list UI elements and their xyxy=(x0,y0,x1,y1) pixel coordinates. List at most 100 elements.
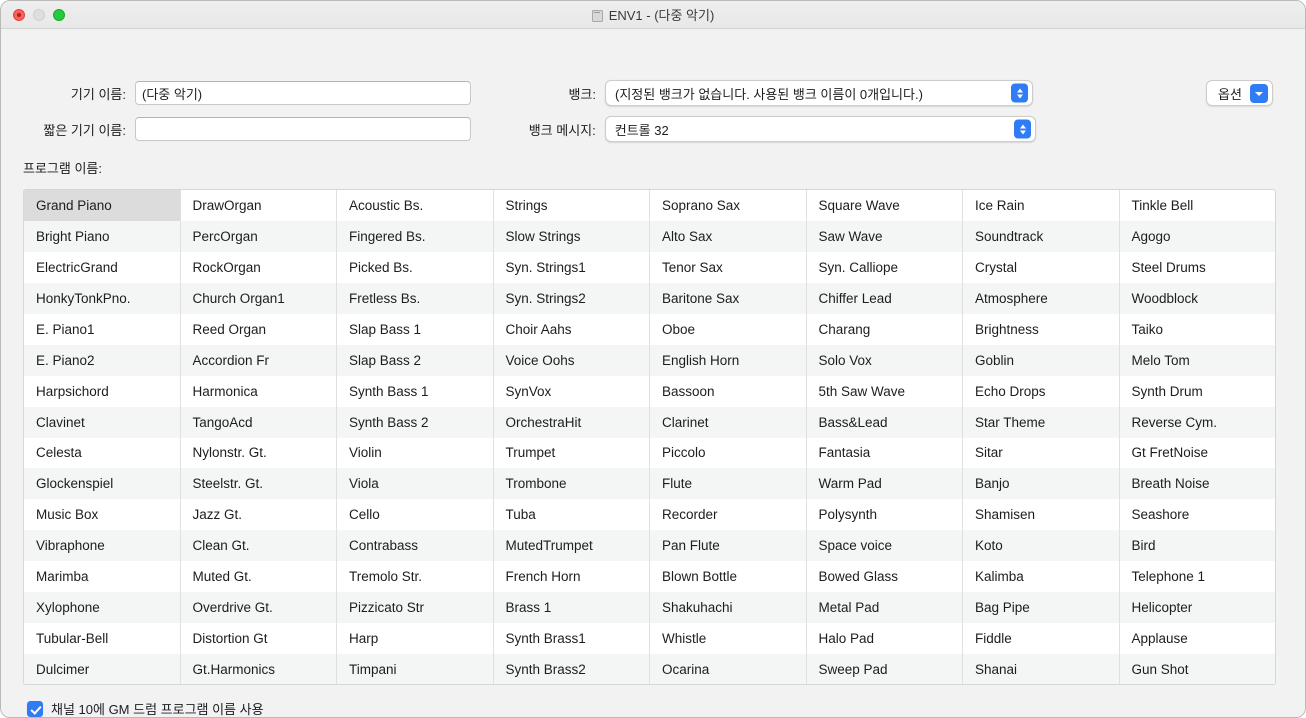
gm-drum-checkbox-row[interactable]: 채널 10에 GM 드럼 프로그램 이름 사용 xyxy=(27,699,264,718)
program-cell[interactable]: Syn. Strings2 xyxy=(494,283,650,314)
program-cell[interactable]: Harmonica xyxy=(181,376,337,407)
program-cell[interactable]: Tinkle Bell xyxy=(1120,190,1276,221)
gm-drum-checkbox[interactable] xyxy=(27,701,43,717)
program-cell[interactable]: Celesta xyxy=(24,438,180,469)
program-cell[interactable]: Sitar xyxy=(963,438,1119,469)
program-cell[interactable]: Jazz Gt. xyxy=(181,499,337,530)
program-cell[interactable]: Koto xyxy=(963,530,1119,561)
program-cell[interactable]: Dulcimer xyxy=(24,654,180,685)
program-cell[interactable]: Bag Pipe xyxy=(963,592,1119,623)
program-cell[interactable]: Alto Sax xyxy=(650,221,806,252)
program-cell[interactable]: Gt FretNoise xyxy=(1120,438,1276,469)
program-cell[interactable]: Slow Strings xyxy=(494,221,650,252)
program-cell[interactable]: Fiddle xyxy=(963,623,1119,654)
close-button[interactable] xyxy=(13,9,25,21)
program-cell[interactable]: Piccolo xyxy=(650,438,806,469)
program-cell[interactable]: Reverse Cym. xyxy=(1120,407,1276,438)
program-cell[interactable]: MutedTrumpet xyxy=(494,530,650,561)
program-cell[interactable]: E. Piano1 xyxy=(24,314,180,345)
program-cell[interactable]: Shanai xyxy=(963,654,1119,685)
program-cell[interactable]: Voice Oohs xyxy=(494,345,650,376)
program-names-table[interactable]: Grand PianoBright PianoElectricGrandHonk… xyxy=(23,189,1276,685)
program-cell[interactable]: Shamisen xyxy=(963,499,1119,530)
program-cell[interactable]: Banjo xyxy=(963,468,1119,499)
program-cell[interactable]: Synth Brass2 xyxy=(494,654,650,685)
program-cell[interactable]: Fantasia xyxy=(807,438,963,469)
program-cell[interactable]: Trumpet xyxy=(494,438,650,469)
program-cell[interactable]: Accordion Fr xyxy=(181,345,337,376)
program-cell[interactable]: Choir Aahs xyxy=(494,314,650,345)
program-cell[interactable]: Fingered Bs. xyxy=(337,221,493,252)
program-cell[interactable]: Clarinet xyxy=(650,407,806,438)
program-cell[interactable]: Pizzicato Str xyxy=(337,592,493,623)
program-cell[interactable]: Synth Bass 1 xyxy=(337,376,493,407)
program-cell[interactable]: Brass 1 xyxy=(494,592,650,623)
program-cell[interactable]: Chiffer Lead xyxy=(807,283,963,314)
options-button[interactable]: 옵션 xyxy=(1206,80,1273,106)
program-cell[interactable]: Soprano Sax xyxy=(650,190,806,221)
program-cell[interactable]: Woodblock xyxy=(1120,283,1276,314)
program-cell[interactable]: Saw Wave xyxy=(807,221,963,252)
program-cell[interactable]: OrchestraHit xyxy=(494,407,650,438)
program-cell[interactable]: Glockenspiel xyxy=(24,468,180,499)
program-cell[interactable]: Bassoon xyxy=(650,376,806,407)
program-cell[interactable]: Helicopter xyxy=(1120,592,1276,623)
program-cell[interactable]: Slap Bass 2 xyxy=(337,345,493,376)
program-cell[interactable]: Recorder xyxy=(650,499,806,530)
program-cell[interactable]: Blown Bottle xyxy=(650,561,806,592)
program-cell[interactable]: SynVox xyxy=(494,376,650,407)
program-cell[interactable]: Nylonstr. Gt. xyxy=(181,438,337,469)
program-cell[interactable]: Church Organ1 xyxy=(181,283,337,314)
program-cell[interactable]: Distortion Gt xyxy=(181,623,337,654)
program-cell[interactable]: Synth Drum xyxy=(1120,376,1276,407)
program-cell[interactable]: DrawOrgan xyxy=(181,190,337,221)
program-cell[interactable]: Clean Gt. xyxy=(181,530,337,561)
program-cell[interactable]: Trombone xyxy=(494,468,650,499)
program-cell[interactable]: Grand Piano xyxy=(24,190,180,221)
program-cell[interactable]: HonkyTonkPno. xyxy=(24,283,180,314)
program-cell[interactable]: Cello xyxy=(337,499,493,530)
program-cell[interactable]: Bright Piano xyxy=(24,221,180,252)
program-cell[interactable]: Synth Brass1 xyxy=(494,623,650,654)
program-cell[interactable]: Shakuhachi xyxy=(650,592,806,623)
program-cell[interactable]: French Horn xyxy=(494,561,650,592)
program-cell[interactable]: Steelstr. Gt. xyxy=(181,468,337,499)
minimize-button[interactable] xyxy=(33,9,45,21)
program-cell[interactable]: Harp xyxy=(337,623,493,654)
program-cell[interactable]: Tremolo Str. xyxy=(337,561,493,592)
program-cell[interactable]: Warm Pad xyxy=(807,468,963,499)
program-cell[interactable]: Flute xyxy=(650,468,806,499)
program-cell[interactable]: Charang xyxy=(807,314,963,345)
program-cell[interactable]: Brightness xyxy=(963,314,1119,345)
program-cell[interactable]: Echo Drops xyxy=(963,376,1119,407)
program-cell[interactable]: Marimba xyxy=(24,561,180,592)
program-cell[interactable]: Square Wave xyxy=(807,190,963,221)
program-cell[interactable]: Violin xyxy=(337,438,493,469)
program-cell[interactable]: PercOrgan xyxy=(181,221,337,252)
program-cell[interactable]: Acoustic Bs. xyxy=(337,190,493,221)
program-cell[interactable]: Xylophone xyxy=(24,592,180,623)
program-cell[interactable]: Picked Bs. xyxy=(337,252,493,283)
device-name-input[interactable] xyxy=(135,81,471,105)
program-cell[interactable]: Pan Flute xyxy=(650,530,806,561)
program-cell[interactable]: Muted Gt. xyxy=(181,561,337,592)
program-cell[interactable]: Bass&Lead xyxy=(807,407,963,438)
program-cell[interactable]: TangoAcd xyxy=(181,407,337,438)
program-cell[interactable]: Star Theme xyxy=(963,407,1119,438)
program-cell[interactable]: Telephone 1 xyxy=(1120,561,1276,592)
program-cell[interactable]: Breath Noise xyxy=(1120,468,1276,499)
program-cell[interactable]: Taiko xyxy=(1120,314,1276,345)
program-cell[interactable]: Metal Pad xyxy=(807,592,963,623)
program-cell[interactable]: Clavinet xyxy=(24,407,180,438)
program-cell[interactable]: Space voice xyxy=(807,530,963,561)
zoom-button[interactable] xyxy=(53,9,65,21)
program-cell[interactable]: Fretless Bs. xyxy=(337,283,493,314)
program-cell[interactable]: Timpani xyxy=(337,654,493,685)
program-cell[interactable]: Contrabass xyxy=(337,530,493,561)
program-cell[interactable]: Reed Organ xyxy=(181,314,337,345)
program-cell[interactable]: Slap Bass 1 xyxy=(337,314,493,345)
program-cell[interactable]: Applause xyxy=(1120,623,1276,654)
program-cell[interactable]: Soundtrack xyxy=(963,221,1119,252)
program-cell[interactable]: Sweep Pad xyxy=(807,654,963,685)
program-cell[interactable]: Ocarina xyxy=(650,654,806,685)
